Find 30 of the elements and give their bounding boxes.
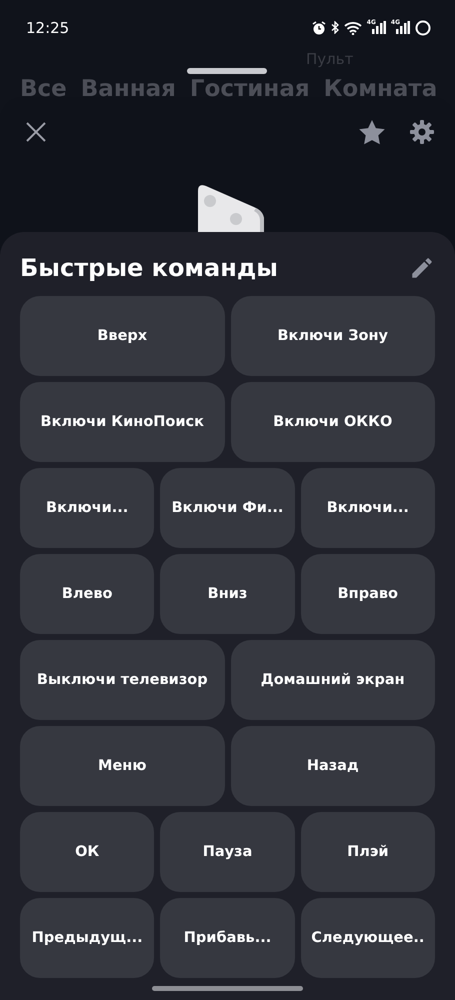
command-button[interactable]: Включи ОККО bbox=[230, 382, 435, 462]
command-button[interactable]: Предыдущ... bbox=[20, 898, 154, 978]
battery-ring-icon bbox=[415, 20, 431, 36]
star-icon[interactable] bbox=[359, 120, 385, 144]
command-button[interactable]: Следующее.. bbox=[300, 898, 435, 978]
command-button[interactable]: Включи Зону bbox=[230, 296, 435, 376]
command-button[interactable]: Включи... bbox=[20, 468, 154, 548]
command-button[interactable]: Включи Фи... bbox=[160, 468, 295, 548]
command-button[interactable]: Плэй bbox=[300, 812, 435, 892]
command-button[interactable]: Выключи телевизор bbox=[20, 640, 224, 720]
settings-icon[interactable] bbox=[409, 119, 435, 145]
command-button[interactable]: Влево bbox=[20, 554, 154, 634]
bluetooth-icon bbox=[330, 21, 339, 34]
command-button[interactable]: Включи КиноПоиск bbox=[20, 382, 224, 462]
status-time: 12:25 bbox=[26, 18, 70, 36]
command-button[interactable]: Включи... bbox=[300, 468, 435, 548]
command-button[interactable]: Вверх bbox=[20, 296, 224, 376]
panel-title: Быстрые команды bbox=[20, 254, 278, 282]
command-button[interactable]: Домашний экран bbox=[230, 640, 435, 720]
wifi-icon bbox=[344, 20, 362, 34]
command-button[interactable]: Назад bbox=[230, 726, 435, 806]
command-button[interactable]: Меню bbox=[20, 726, 224, 806]
command-button[interactable]: Пауза bbox=[160, 812, 295, 892]
alarm-icon bbox=[312, 20, 326, 34]
command-button[interactable]: Прибавь... bbox=[160, 898, 295, 978]
close-icon[interactable] bbox=[25, 121, 47, 143]
drag-handle[interactable] bbox=[187, 68, 267, 74]
command-button[interactable]: Вниз bbox=[160, 554, 295, 634]
command-button[interactable]: Вправо bbox=[300, 554, 435, 634]
command-button[interactable]: ОК bbox=[20, 812, 154, 892]
